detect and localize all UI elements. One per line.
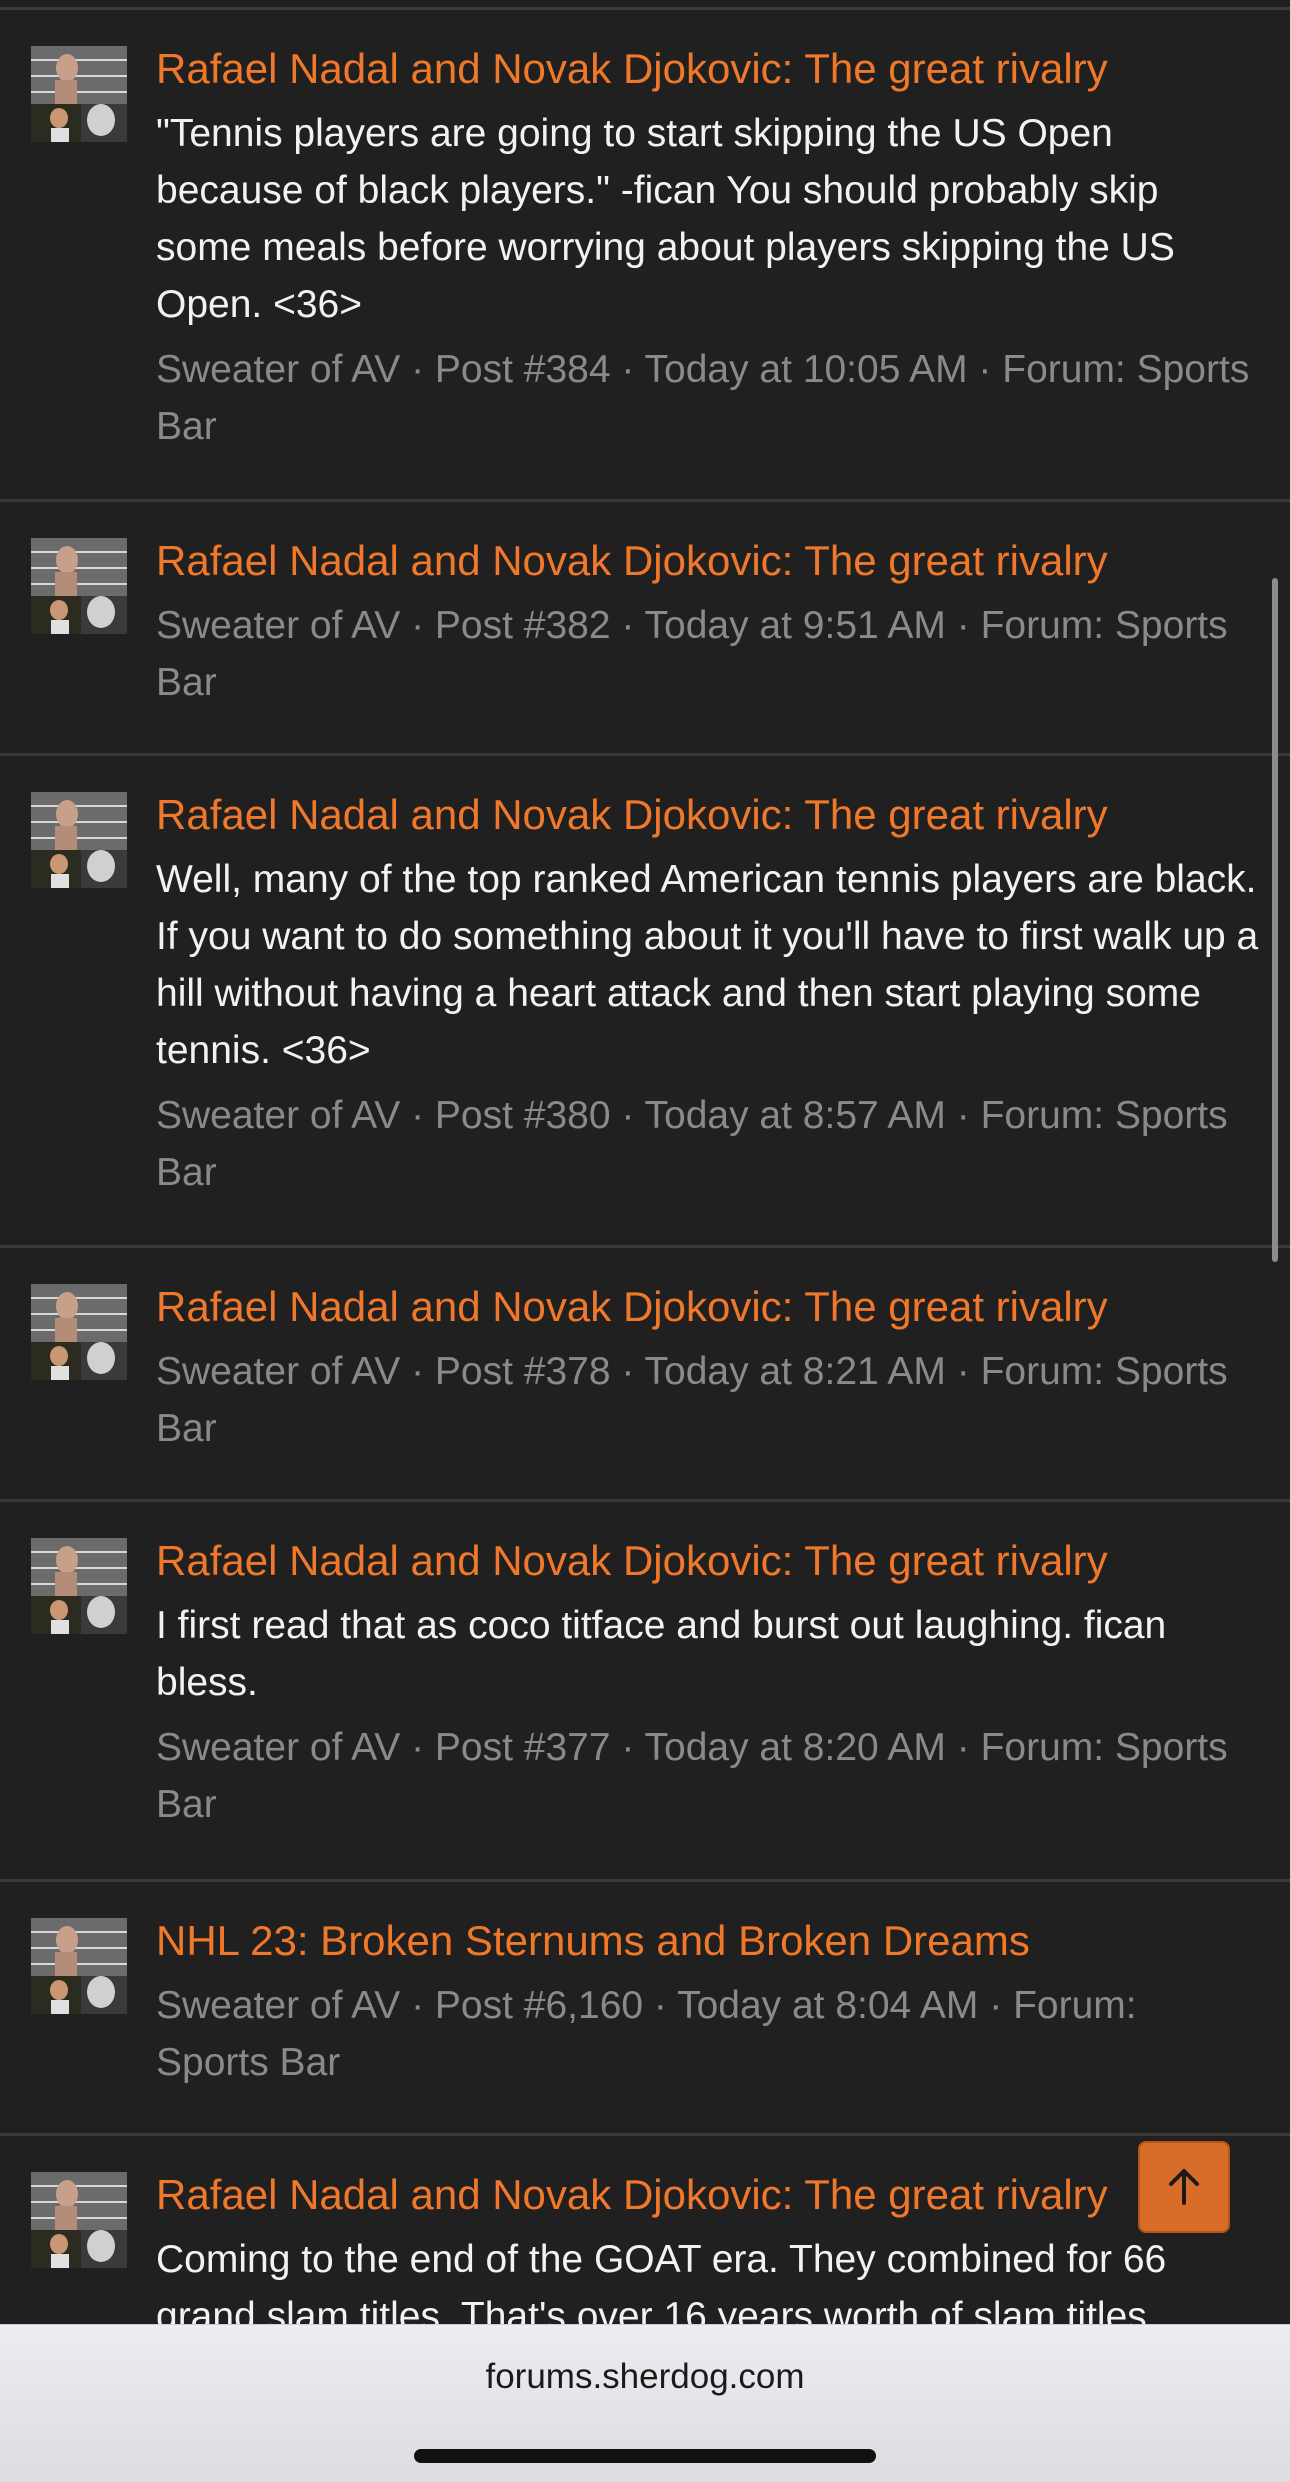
avatar-image [31,1918,127,2014]
author-link[interactable]: Sweater of AV [156,1350,400,1393]
post-snippet: "Tennis players are going to start skipp… [156,112,1175,326]
post-time: Today at 8:20 AM [644,1726,946,1769]
thread-title-link[interactable]: Rafael Nadal and Novak Djokovic: The gre… [156,532,1260,589]
thread-title-link[interactable]: Rafael Nadal and Novak Djokovic: The gre… [156,40,1260,97]
post-meta: Sweater of AV · Post #6,160 · Today at 8… [156,1984,1137,2084]
avatar-image [31,538,127,634]
avatar-image [31,46,127,142]
thread-title-link[interactable]: Rafael Nadal and Novak Djokovic: The gre… [156,1278,1260,1335]
forum-label: Forum: [980,1094,1105,1137]
avatar-image [31,2172,127,2268]
post-time: Today at 8:04 AM [677,1984,979,2027]
forum-label: Forum: [1002,348,1126,391]
post-snippet: I first read that as coco titface and bu… [156,1604,1167,1704]
list-item: Rafael Nadal and Novak Djokovic: The gre… [0,502,1290,756]
search-results-page: Rafael Nadal and Novak Djokovic: The gre… [0,0,1290,2482]
forum-label: Forum: [1013,1984,1137,2027]
scroll-to-top-button[interactable] [1138,2141,1230,2233]
post-time: Today at 8:57 AM [644,1094,946,1137]
thread-title-link[interactable]: Rafael Nadal and Novak Djokovic: The gre… [156,1532,1260,1589]
post-number-link[interactable]: Post #380 [435,1094,611,1137]
avatar[interactable] [31,2172,127,2268]
thread-title-link[interactable]: NHL 23: Broken Sternums and Broken Dream… [156,1912,1260,1969]
forum-link[interactable]: Sports Bar [156,2041,340,2084]
post-time: Today at 10:05 AM [644,348,968,391]
avatar[interactable] [31,1284,127,1380]
author-link[interactable]: Sweater of AV [156,604,400,647]
address-bar-url[interactable]: forums.sherdog.com [0,2357,1290,2397]
list-item: Rafael Nadal and Novak Djokovic: The gre… [0,10,1290,502]
post-number-link[interactable]: Post #377 [435,1726,611,1769]
post-number-link[interactable]: Post #382 [435,604,611,647]
author-link[interactable]: Sweater of AV [156,1984,400,2027]
forum-label: Forum: [980,1350,1105,1393]
forum-label: Forum: [980,604,1105,647]
post-time: Today at 8:21 AM [644,1350,946,1393]
arrow-up-icon [1169,2169,1199,2205]
author-link[interactable]: Sweater of AV [156,1094,400,1137]
post-meta: Sweater of AV · Post #378 · Today at 8:2… [156,1350,1228,1450]
author-link[interactable]: Sweater of AV [156,348,400,391]
list-item: Rafael Nadal and Novak Djokovic: The gre… [0,756,1290,1248]
list-item: NHL 23: Broken Sternums and Broken Dream… [0,1882,1290,2136]
avatar-image [31,1284,127,1380]
browser-bottom-bar: forums.sherdog.com [0,2324,1290,2482]
post-meta: Sweater of AV · Post #382 · Today at 9:5… [156,604,1228,704]
avatar[interactable] [31,538,127,634]
post-time: Today at 9:51 AM [644,604,946,647]
avatar[interactable] [31,792,127,888]
avatar[interactable] [31,46,127,142]
forum-label: Forum: [980,1726,1105,1769]
post-number-link[interactable]: Post #378 [435,1350,611,1393]
list-item: Rafael Nadal and Novak Djokovic: The gre… [0,1502,1290,1882]
post-number-link[interactable]: Post #384 [435,348,611,391]
thread-title-link[interactable]: Rafael Nadal and Novak Djokovic: The gre… [156,786,1260,843]
avatar[interactable] [31,1538,127,1634]
thread-title-link[interactable]: Rafael Nadal and Novak Djokovic: The gre… [156,2166,1260,2223]
home-indicator[interactable] [414,2449,876,2463]
author-link[interactable]: Sweater of AV [156,1726,400,1769]
post-snippet: Well, many of the top ranked American te… [156,858,1259,1072]
avatar-image [31,1538,127,1634]
avatar[interactable] [31,1918,127,2014]
post-meta: Sweater of AV · Post #384 · Today at 10:… [156,348,1250,448]
list-item: Rafael Nadal and Novak Djokovic: The gre… [0,1248,1290,1502]
avatar-image [31,792,127,888]
scrollbar[interactable] [1272,578,1278,1262]
post-meta: Sweater of AV · Post #380 · Today at 8:5… [156,1094,1228,1194]
post-number-link[interactable]: Post #6,160 [435,1984,643,2027]
post-meta: Sweater of AV · Post #377 · Today at 8:2… [156,1726,1228,1826]
